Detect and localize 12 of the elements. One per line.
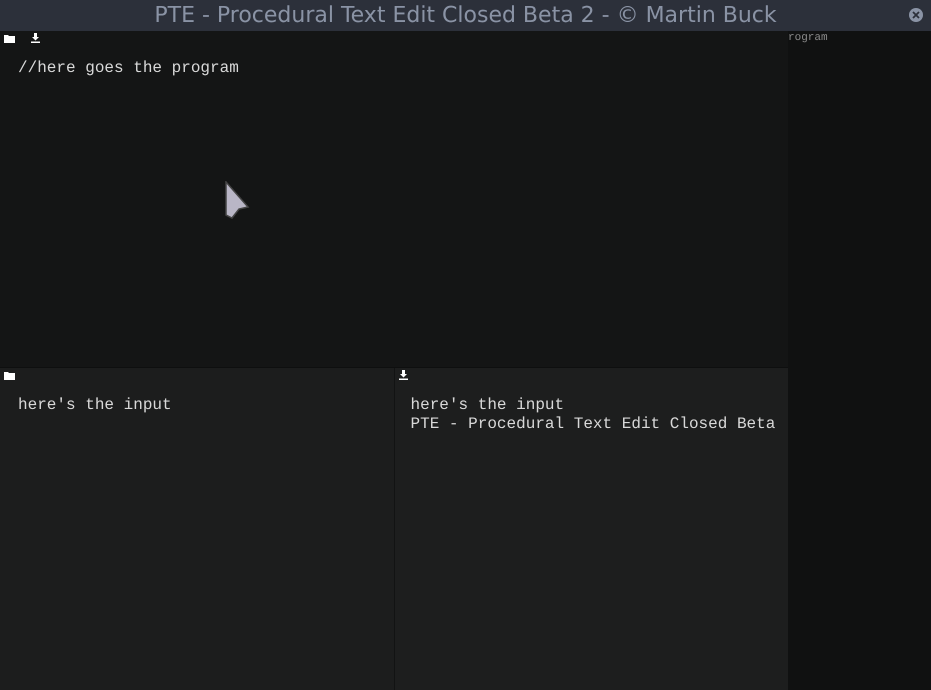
window-title: PTE - Procedural Text Edit Closed Beta 2 - © Martin Buck	[154, 3, 777, 28]
download-icon[interactable]	[31, 33, 40, 43]
download-icon[interactable]	[398, 370, 408, 380]
folder-icon[interactable]	[4, 34, 15, 42]
output-line: here's the input	[410, 396, 566, 415]
panel-label: rogram	[788, 32, 829, 44]
mouse-pointer-icon	[224, 181, 250, 219]
input-field[interactable]: here's the input	[18, 396, 382, 414]
folder-icon[interactable]	[4, 370, 15, 380]
program-field[interactable]: //here goes the program	[18, 59, 776, 77]
close-button[interactable]	[909, 8, 923, 22]
output-line: PTE - Procedural Text Edit Closed Beta	[410, 415, 776, 434]
